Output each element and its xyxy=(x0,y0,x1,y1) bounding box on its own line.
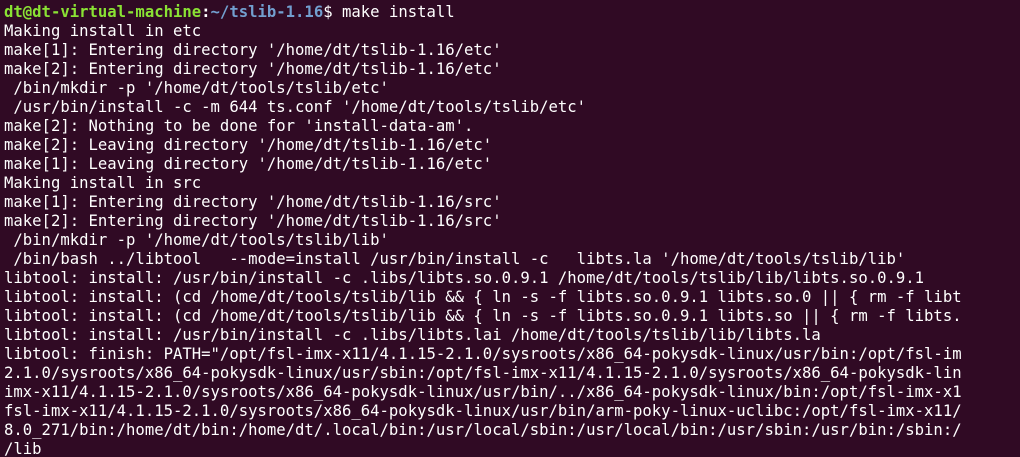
prompt-command: make install xyxy=(342,3,455,21)
prompt-colon: : xyxy=(201,3,211,21)
output-line: make[1]: Entering directory '/home/dt/ts… xyxy=(4,41,502,59)
output-line: libtool: install: /usr/bin/install -c .l… xyxy=(4,326,821,344)
output-line: make[2]: Entering directory '/home/dt/ts… xyxy=(4,60,502,78)
output-line: libtool: install: (cd /home/dt/tools/tsl… xyxy=(4,307,962,325)
prompt-line: dt@dt-virtual-machine:~/tslib-1.16$ make… xyxy=(4,3,1020,22)
output-line: make[1]: Entering directory '/home/dt/ts… xyxy=(4,193,502,211)
output-line: make[1]: Leaving directory '/home/dt/tsl… xyxy=(4,155,493,173)
prompt-path: ~/tslib-1.16 xyxy=(210,3,324,21)
prompt-user-host: dt@dt-virtual-machine xyxy=(4,3,202,21)
terminal-output: Making install in etc make[1]: Entering d… xyxy=(4,22,1020,457)
output-line: /lib xyxy=(4,440,42,457)
output-line: make[2]: Leaving directory '/home/dt/tsl… xyxy=(4,136,493,154)
output-line: imx-x11/4.1.15-2.1.0/sysroots/x86_64-pok… xyxy=(4,383,962,401)
output-line: /usr/bin/install -c -m 644 ts.conf '/hom… xyxy=(4,98,587,116)
output-line: libtool: install: (cd /home/dt/tools/tsl… xyxy=(4,288,962,306)
terminal-window[interactable]: dt@dt-virtual-machine:~/tslib-1.16$ make… xyxy=(0,0,1020,457)
output-line: libtool: install: /usr/bin/install -c .l… xyxy=(4,269,925,287)
output-line: Making install in etc xyxy=(4,22,202,40)
output-line: /bin/bash ../libtool --mode=install /usr… xyxy=(4,250,906,268)
output-line: /bin/mkdir -p '/home/dt/tools/tslib/etc' xyxy=(4,79,389,97)
output-line: make[2]: Entering directory '/home/dt/ts… xyxy=(4,212,502,230)
prompt-symbol: $ xyxy=(323,3,342,21)
output-line: Making install in src xyxy=(4,174,202,192)
output-line: fsl-imx-x11/4.1.15-2.1.0/sysroots/x86_64… xyxy=(4,402,962,420)
output-line: /bin/mkdir -p '/home/dt/tools/tslib/lib' xyxy=(4,231,389,249)
output-line: 8.0_271/bin:/home/dt/bin:/home/dt/.local… xyxy=(4,421,962,439)
output-line: 2.1.0/sysroots/x86_64-pokysdk-linux/usr/… xyxy=(4,364,962,382)
output-line: make[2]: Nothing to be done for 'install… xyxy=(4,117,474,135)
output-line: libtool: finish: PATH="/opt/fsl-imx-x11/… xyxy=(4,345,962,363)
